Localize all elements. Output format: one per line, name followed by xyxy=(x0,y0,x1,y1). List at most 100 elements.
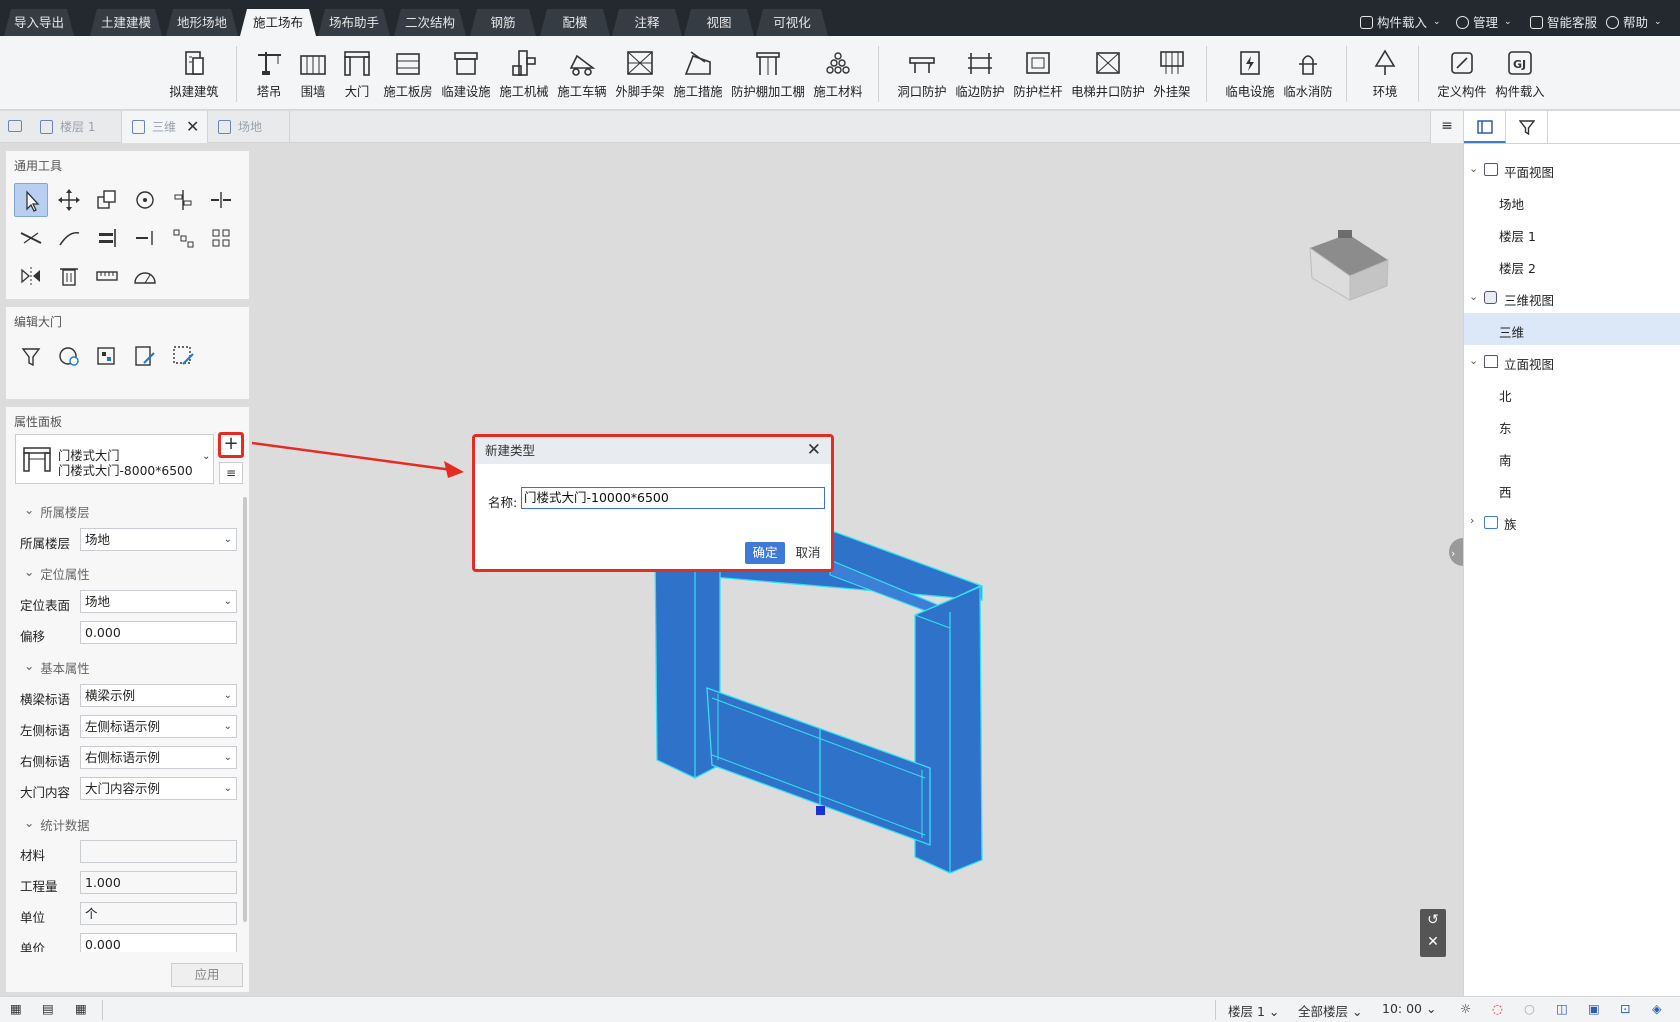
break-tool[interactable] xyxy=(128,221,162,255)
add-type-button[interactable]: + xyxy=(218,432,244,458)
tab-filter[interactable] xyxy=(1506,111,1548,143)
rotate-tool[interactable] xyxy=(128,183,162,217)
section-box-icon[interactable]: ▣ xyxy=(1588,1001,1600,1016)
copy-tool[interactable] xyxy=(90,183,124,217)
environment-button[interactable]: 环境 xyxy=(1368,44,1402,106)
elevator-shaft-protection-button[interactable]: 电梯井口防护 xyxy=(1070,44,1146,106)
select-tool[interactable] xyxy=(14,183,48,217)
section-basic[interactable]: 基本属性 xyxy=(24,659,89,677)
fire-water-button[interactable]: 临水消防 xyxy=(1282,44,1334,106)
move-tool[interactable] xyxy=(52,183,86,217)
help-menu[interactable]: 帮助 ⌄ xyxy=(1606,9,1662,36)
menu-tab-secondary-structure[interactable]: 二次结构 xyxy=(394,9,466,36)
align-tool[interactable] xyxy=(166,183,200,217)
right-slogan-select[interactable]: 右侧标语示例 ⌄ xyxy=(80,746,237,769)
mirror-tool[interactable] xyxy=(14,259,48,293)
tree-node-plan-view[interactable]: 平面视图 xyxy=(1504,162,1554,181)
construction-measures-button[interactable]: 施工措施 xyxy=(672,44,724,106)
offset-input[interactable]: 0.000 xyxy=(80,621,237,644)
trim-tool[interactable] xyxy=(90,221,124,255)
delete-tool[interactable] xyxy=(52,259,86,293)
extend-tool[interactable] xyxy=(52,221,86,255)
surface-select[interactable]: 场地 ⌄ xyxy=(80,590,237,613)
menu-icon[interactable]: ≡ xyxy=(1430,111,1463,143)
tab-3d[interactable]: 三维 ✕ xyxy=(122,111,208,143)
type-selector[interactable]: 门楼式大门 门楼式大门-8000*6500 ⌄ xyxy=(15,434,214,484)
tree-item-west[interactable]: 西 xyxy=(1499,482,1512,501)
temporary-electricity-button[interactable]: 临电设施 xyxy=(1224,44,1276,106)
chevron-down-icon[interactable]: ⌄ xyxy=(1469,290,1478,303)
floor-select[interactable]: 场地 ⌄ xyxy=(80,528,237,551)
tree-item-north[interactable]: 北 xyxy=(1499,386,1512,405)
materials-button[interactable]: 施工材料 xyxy=(812,44,864,106)
layout-icon[interactable]: ▦ xyxy=(75,1001,87,1016)
palette-icon[interactable] xyxy=(52,339,86,373)
menu-tab-civil-modeling[interactable]: 土建建模 xyxy=(90,9,162,36)
edit-component-icon[interactable] xyxy=(128,339,162,373)
split-tool[interactable] xyxy=(204,183,238,217)
cancel-button[interactable]: 取消 xyxy=(793,542,823,564)
chevron-down-icon[interactable]: ⌄ xyxy=(1469,354,1478,367)
edit-range-icon[interactable] xyxy=(166,339,200,373)
site-cabin-button[interactable]: 施工板房 xyxy=(382,44,434,106)
apply-button[interactable]: 应用 xyxy=(171,963,243,987)
gate-button[interactable]: 大门 xyxy=(340,44,374,106)
measure-tool[interactable] xyxy=(90,259,124,293)
name-input[interactable]: 门楼式大门-10000*6500 xyxy=(521,487,825,509)
menu-tab-import-export[interactable]: 导入导出 xyxy=(4,9,74,36)
window-icon[interactable] xyxy=(8,120,22,132)
angle-tool[interactable] xyxy=(128,259,162,293)
gate-content-select[interactable]: 大门内容示例 ⌄ xyxy=(80,777,237,800)
group-tool[interactable] xyxy=(204,221,238,255)
tree-item-floor-2[interactable]: 楼层 2 xyxy=(1499,258,1536,277)
type-settings-icon[interactable]: ≡ xyxy=(219,462,243,484)
scaffold-button[interactable]: 外脚手架 xyxy=(614,44,666,106)
section-floor[interactable]: 所属楼层 xyxy=(24,503,89,521)
tree-node-family[interactable]: 族 xyxy=(1504,514,1517,533)
hide-icon[interactable]: ◌ xyxy=(1492,1001,1503,1016)
menu-tab-visualization[interactable]: 可视化 xyxy=(756,9,828,36)
proposed-building-button[interactable]: 拟建建筑 xyxy=(166,44,222,106)
view-reset-controls[interactable]: ↺ ✕ xyxy=(1420,909,1446,957)
zoom-fit-icon[interactable]: ⊡ xyxy=(1620,1001,1630,1016)
left-slogan-select[interactable]: 左侧标语示例 ⌄ xyxy=(80,715,237,738)
tab-site[interactable]: 场地 xyxy=(208,111,290,143)
close-icon[interactable]: ✕ xyxy=(186,111,199,143)
tree-node-3d-view[interactable]: 三维视图 xyxy=(1504,290,1554,309)
tree-item-east[interactable]: 东 xyxy=(1499,418,1512,437)
section-position[interactable]: 定位属性 xyxy=(24,565,89,583)
menu-tab-terrain[interactable]: 地形场地 xyxy=(166,9,238,36)
tree-item-floor-1[interactable]: 楼层 1 xyxy=(1499,226,1536,245)
tab-view-browser[interactable] xyxy=(1464,111,1506,143)
array-tool[interactable] xyxy=(166,221,200,255)
menu-tab-rebar[interactable]: 钢筋 xyxy=(470,9,536,36)
all-floors-switch[interactable]: 全部楼层 ⌄ xyxy=(1298,1001,1362,1020)
chevron-right-icon[interactable]: › xyxy=(1470,514,1474,527)
time-switch[interactable]: 10: 00 ⌄ xyxy=(1382,1001,1436,1016)
tree-item-south[interactable]: 南 xyxy=(1499,450,1512,469)
sun-icon[interactable]: ☼ xyxy=(1460,1001,1471,1016)
define-component-button[interactable]: 定义构件 xyxy=(1436,44,1488,106)
edge-protection-button[interactable]: 临边防护 xyxy=(954,44,1006,106)
scrollbar[interactable] xyxy=(243,497,247,922)
menu-tab-layout-assistant[interactable]: 场布助手 xyxy=(318,9,390,36)
tile-view-icon[interactable]: ▤ xyxy=(42,1001,54,1016)
3d-cube-icon[interactable]: ◈ xyxy=(1652,1001,1662,1016)
beam-slogan-select[interactable]: 横梁示例 ⌄ xyxy=(80,684,237,707)
light-icon[interactable]: ○ xyxy=(1524,1001,1535,1016)
enclosure-wall-button[interactable]: 围墙 xyxy=(296,44,330,106)
refresh-icon[interactable]: ↺ xyxy=(1427,912,1439,928)
floor-switch[interactable]: 楼层 1 ⌄ xyxy=(1228,1001,1279,1020)
tab-floor-1[interactable]: 楼层 1 xyxy=(30,111,122,143)
smart-service-button[interactable]: 智能客服 xyxy=(1530,9,1597,36)
ok-button[interactable]: 确定 xyxy=(745,542,785,564)
manage-menu[interactable]: 管理 ⌄ xyxy=(1456,9,1512,36)
3d-viewport[interactable]: › ↺ ✕ xyxy=(250,143,1463,996)
offset-tool[interactable] xyxy=(14,221,48,255)
close-icon[interactable]: ✕ xyxy=(807,437,821,464)
temporary-facility-button[interactable]: 临建设施 xyxy=(440,44,492,106)
menu-tab-formwork[interactable]: 配模 xyxy=(540,9,610,36)
filter-icon[interactable] xyxy=(14,339,48,373)
menu-tab-annotation[interactable]: 注释 xyxy=(612,9,682,36)
isolate-icon[interactable]: ◫ xyxy=(1556,1001,1568,1016)
